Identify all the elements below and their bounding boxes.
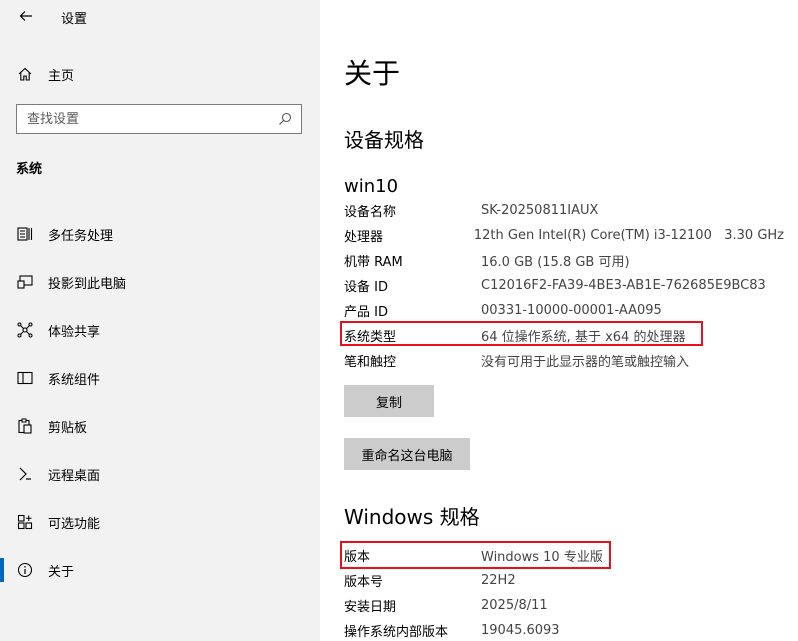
section-heading: 系统 (16, 162, 43, 177)
spec-row-device-name: 设备名称 SK-20250811IAUX (344, 198, 784, 223)
spec-row-device-id: 设备 ID C12016F2-FA39-4BE3-AB1E-762685E9BC… (344, 273, 784, 298)
spec-key: 产品 ID (344, 305, 388, 320)
system-components-icon (16, 369, 34, 387)
app-title: 设置 (61, 12, 88, 27)
home-icon (16, 65, 34, 83)
sidebar-item-label: 投影到此电脑 (48, 276, 127, 292)
spec-row-product-id: 产品 ID 00331-10000-00001-AA095 (344, 298, 784, 323)
spec-row-install-date: 安装日期 2025/8/11 (344, 593, 784, 618)
copy-button[interactable]: 复制 (344, 385, 434, 417)
spec-key: 机带 RAM (344, 255, 403, 270)
sidebar-item-label: 剪贴板 (48, 420, 88, 436)
spec-row-version: 版本号 22H2 (344, 568, 784, 593)
sidebar-item-optional-features[interactable]: 可选功能 (0, 498, 320, 546)
spec-row-ram: 机带 RAM 16.0 GB (15.8 GB 可用) (344, 248, 784, 273)
spec-value: 16.0 GB (15.8 GB 可用) (481, 255, 630, 270)
sidebar-item-home[interactable]: 主页 (16, 62, 74, 86)
main-content: 关于 设备规格 win10 设备名称 SK-20250811IAUX 处理器 1… (320, 0, 798, 641)
spec-key: 笔和触控 (344, 355, 397, 370)
highlight-box-system-type (340, 321, 703, 346)
rename-pc-button[interactable]: 重命名这台电脑 (344, 438, 470, 470)
sidebar-item-label: 关于 (48, 564, 75, 580)
sidebar-item-multitasking[interactable]: 多任务处理 (0, 210, 320, 258)
windows-specs-heading: Windows 规格 (344, 505, 480, 529)
sidebar: 设置 主页 系统 多任务处理 投影到此电脑 体验 (0, 0, 320, 641)
sidebar-nav: 多任务处理 投影到此电脑 体验共享 系统组件 剪贴板 远程桌面 可选功能 关于 (0, 210, 320, 594)
optional-features-icon (16, 513, 34, 531)
remote-desktop-icon (16, 465, 34, 483)
sidebar-item-shared-experiences[interactable]: 体验共享 (0, 306, 320, 354)
spec-key: 版本号 (344, 575, 384, 590)
spec-key: 处理器 (344, 230, 384, 245)
search-icon[interactable] (275, 109, 295, 129)
spec-value: 22H2 (481, 573, 516, 588)
sidebar-item-label: 可选功能 (48, 516, 101, 532)
spec-value: 19045.6093 (481, 623, 560, 638)
highlight-box-edition (340, 541, 611, 569)
spec-value: 没有可用于此显示器的笔或触控输入 (481, 355, 690, 370)
spec-value: 12th Gen Intel(R) Core(TM) i3-12100 3.30… (473, 228, 784, 243)
device-name: win10 (344, 176, 399, 197)
clipboard-icon (16, 417, 34, 435)
page-title: 关于 (344, 57, 401, 90)
projecting-icon (16, 273, 34, 291)
device-specs-heading: 设备规格 (344, 128, 424, 152)
sidebar-item-label: 系统组件 (48, 372, 101, 388)
sidebar-item-system-components[interactable]: 系统组件 (0, 354, 320, 402)
spec-key: 安装日期 (344, 600, 397, 615)
sidebar-item-projecting[interactable]: 投影到此电脑 (0, 258, 320, 306)
multitasking-icon (16, 225, 34, 243)
active-indicator (0, 558, 4, 582)
spec-value: 2025/8/11 (481, 598, 548, 613)
spec-value: SK-20250811IAUX (481, 203, 599, 218)
spec-value: C12016F2-FA39-4BE3-AB1E-762685E9BC83 (481, 278, 766, 293)
sidebar-item-clipboard[interactable]: 剪贴板 (0, 402, 320, 450)
spec-row-pen-touch: 笔和触控 没有可用于此显示器的笔或触控输入 (344, 348, 784, 373)
info-icon (16, 561, 34, 579)
back-arrow-icon (19, 11, 32, 21)
search-input[interactable] (17, 105, 275, 133)
back-button[interactable] (14, 4, 38, 28)
sidebar-item-label: 体验共享 (48, 324, 101, 340)
sidebar-item-remote-desktop[interactable]: 远程桌面 (0, 450, 320, 498)
spec-key: 设备名称 (344, 205, 397, 220)
spec-key: 设备 ID (344, 280, 388, 295)
spec-row-processor: 处理器 12th Gen Intel(R) Core(TM) i3-12100 … (344, 223, 784, 248)
spec-row-os-build: 操作系统内部版本 19045.6093 (344, 618, 784, 641)
search-box (16, 104, 302, 134)
spec-key: 操作系统内部版本 (344, 625, 449, 640)
sidebar-item-label: 主页 (48, 68, 75, 84)
sidebar-item-about[interactable]: 关于 (0, 546, 320, 594)
spec-value: 00331-10000-00001-AA095 (481, 303, 662, 318)
sidebar-item-label: 多任务处理 (48, 228, 114, 244)
sidebar-item-label: 远程桌面 (48, 468, 101, 484)
shared-experiences-icon (16, 321, 34, 339)
